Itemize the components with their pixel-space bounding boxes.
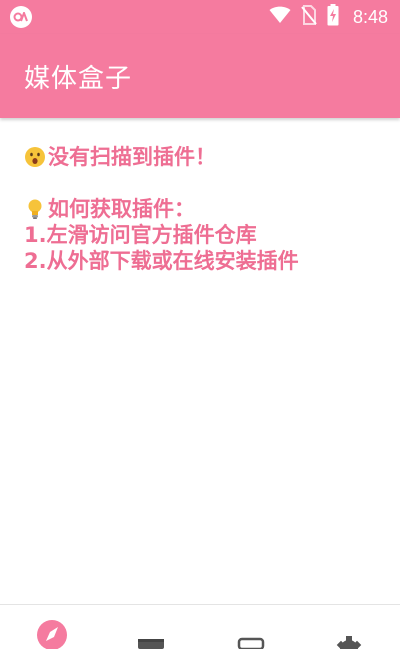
- step-item: 2.从外部下载或在线安装插件: [24, 249, 299, 273]
- no-sim-icon: [301, 5, 317, 29]
- nav-item-settings[interactable]: [329, 619, 369, 653]
- how-to-title-line: 如何获取插件：: [24, 196, 384, 222]
- no-plugin-line: 没有扫描到插件！: [24, 144, 384, 170]
- lightbulb-icon: [24, 198, 46, 220]
- status-time: 8:48: [352, 6, 388, 27]
- compass-icon: [36, 619, 68, 650]
- nav-item-terminal[interactable]: [131, 619, 171, 649]
- nav-item-discover[interactable]: [32, 619, 72, 650]
- status-icons: 8:48: [269, 0, 388, 34]
- empty-state-message: 没有扫描到插件！ 如何获取插件： 1.左滑访问官方插件仓库 2.从外部下载或在线…: [24, 144, 384, 274]
- status-bar: 8:48: [0, 0, 400, 34]
- battery-charging-icon: [327, 4, 339, 30]
- step-item: 1.左滑访问官方插件仓库: [24, 223, 257, 247]
- how-to-title: 如何获取插件：: [48, 197, 195, 221]
- app-bar: 媒体盒子: [0, 34, 400, 118]
- no-plugin-text: 没有扫描到插件！: [48, 145, 216, 169]
- bottom-nav: [0, 604, 400, 653]
- gear-icon: [334, 619, 364, 653]
- card-icon: [236, 619, 266, 651]
- app-logo-icon: [10, 6, 32, 28]
- terminal-icon: [136, 619, 166, 649]
- astonished-face-icon: [24, 146, 46, 168]
- nav-item-cards[interactable]: [231, 619, 271, 651]
- wifi-icon: [269, 6, 291, 28]
- page-title: 媒体盒子: [24, 64, 133, 94]
